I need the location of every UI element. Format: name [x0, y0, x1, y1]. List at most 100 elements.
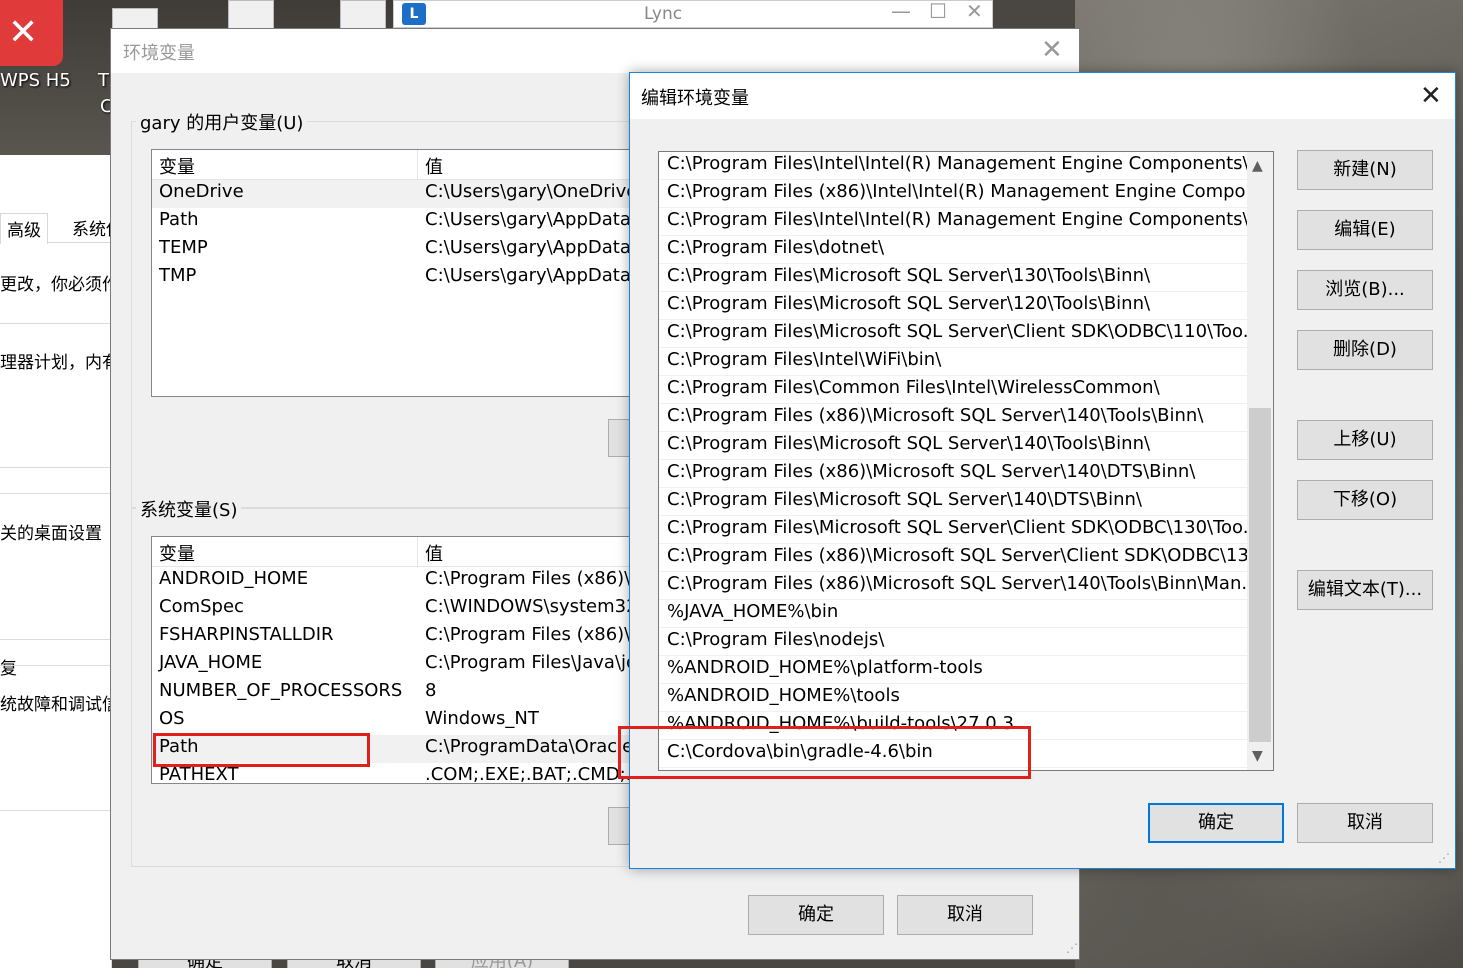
wps-h5-desktop-icon[interactable]: ✕ — [0, 0, 63, 66]
table-row[interactable]: JAVA_HOME C:\Program Files\Java\jd — [152, 651, 630, 679]
table-row[interactable]: TMP C:\Users\gary\AppData\ — [152, 264, 630, 292]
var-value: C:\WINDOWS\system32 — [425, 596, 631, 617]
var-name: OneDrive — [159, 181, 244, 202]
list-item[interactable]: C:\Program Files\Microsoft SQL Server\14… — [659, 488, 1247, 516]
list-item[interactable]: C:\Program Files\Microsoft SQL Server\13… — [659, 264, 1247, 292]
column-header-variable[interactable]: 变量 — [159, 540, 195, 566]
var-value: Windows_NT — [425, 708, 539, 729]
path-entries-list[interactable]: C:\Program Files\Intel\Intel(R) Manageme… — [658, 151, 1274, 771]
browse-button[interactable]: 浏览(B)... — [1297, 270, 1433, 310]
path-text: C:\Program Files\Intel\WiFi\bin\ — [667, 349, 942, 370]
table-row[interactable]: TEMP C:\Users\gary\AppData\ — [152, 236, 630, 264]
column-header-variable[interactable]: 变量 — [159, 153, 195, 179]
sysprop-text-5: 统故障和调试信 — [0, 695, 112, 715]
list-header: 变量 值 — [152, 150, 630, 180]
move-up-button[interactable]: 上移(U) — [1297, 420, 1433, 460]
vertical-scrollbar[interactable]: ▲ ▼ — [1247, 152, 1273, 770]
table-row[interactable]: NUMBER_OF_PROCESSORS 8 — [152, 679, 630, 707]
close-icon[interactable]: ✕ — [1420, 81, 1442, 111]
var-name: Path — [159, 209, 199, 230]
env-cancel-label: 取消 — [947, 904, 983, 925]
lync-logo-icon: L — [402, 3, 426, 25]
system-properties-window: 高级 系统保 更改，你必须作 理器计划，内有 关的桌面设置 复 统故障和调试信 — [0, 155, 112, 968]
document-file-icon-2[interactable] — [340, 0, 386, 30]
lync-window[interactable]: L Lync — ☐ ✕ — [393, 0, 993, 28]
list-item[interactable]: C:\Program Files\dotnet\ — [659, 236, 1247, 264]
list-item[interactable]: C:\Program Files\Microsoft SQL Server\12… — [659, 292, 1247, 320]
tab-advanced[interactable]: 高级 — [0, 213, 48, 244]
list-item[interactable]: C:\Program Files (x86)\Microsoft SQL Ser… — [659, 572, 1247, 600]
column-header-value[interactable]: 值 — [425, 153, 443, 179]
list-item[interactable]: C:\Program Files\nodejs\ — [659, 628, 1247, 656]
path-text: C:\Program Files\Intel\Intel(R) Manageme… — [667, 153, 1247, 174]
close-icon[interactable]: ✕ — [1041, 35, 1063, 65]
cancel-button[interactable]: 取消 — [1297, 803, 1433, 843]
delete-button-label: 删除(D) — [1333, 339, 1397, 360]
list-item[interactable]: C:\Program Files (x86)\Microsoft SQL Ser… — [659, 404, 1247, 432]
list-item[interactable]: %ANDROID_HOME%\platform-tools — [659, 656, 1247, 684]
scroll-thumb[interactable] — [1249, 408, 1271, 742]
list-item[interactable]: C:\Program Files\Common Files\Intel\Wire… — [659, 376, 1247, 404]
list-item[interactable]: C:\Program Files (x86)\Microsoft SQL Ser… — [659, 544, 1247, 572]
path-text: C:\Program Files\Microsoft SQL Server\Cl… — [667, 517, 1247, 538]
sysprop-text-4: 复 — [0, 659, 17, 679]
new-button[interactable]: 新建(N) — [1297, 150, 1433, 190]
delete-button[interactable]: 删除(D) — [1297, 330, 1433, 370]
var-value: .COM;.EXE;.BAT;.CMD;.V — [425, 764, 631, 784]
divider — [0, 665, 111, 666]
user-variables-list[interactable]: 变量 值 OneDrive C:\Users\gary\OneDrive Pat… — [151, 149, 631, 397]
path-text: C:\Program Files\Microsoft SQL Server\14… — [667, 489, 1142, 510]
move-down-label: 下移(O) — [1332, 489, 1398, 510]
list-item[interactable]: C:\Program Files\Intel\Intel(R) Manageme… — [659, 208, 1247, 236]
table-row[interactable]: FSHARPINSTALLDIR C:\Program Files (x86)\… — [152, 623, 630, 651]
var-value: C:\Program Files (x86)\A — [425, 568, 631, 589]
resize-grip-icon[interactable]: ⋰ — [1066, 941, 1078, 955]
column-header-value[interactable]: 值 — [425, 540, 443, 566]
list-item[interactable]: %ANDROID_HOME%\tools — [659, 684, 1247, 712]
close-icon[interactable]: ✕ — [966, 0, 983, 23]
path-text: C:\Program Files\Common Files\Intel\Wire… — [667, 377, 1160, 398]
ok-button[interactable]: 确定 — [1148, 803, 1284, 843]
resize-grip-icon[interactable]: ⋰ — [1438, 851, 1450, 865]
minimize-icon[interactable]: — — [891, 0, 911, 23]
list-item[interactable]: C:\Program Files\Microsoft SQL Server\Cl… — [659, 320, 1247, 348]
list-item[interactable]: C:\Program Files (x86)\Intel\Intel(R) Ma… — [659, 180, 1247, 208]
env-ok-button[interactable]: 确定 — [748, 895, 884, 935]
column-separator[interactable] — [417, 150, 418, 180]
edit-button[interactable]: 编辑(E) — [1297, 210, 1433, 250]
wps-h5-label: WPS H5 — [0, 70, 71, 91]
system-variables-label: 系统变量(S) — [136, 496, 242, 522]
list-item[interactable]: C:\Program Files\Microsoft SQL Server\14… — [659, 432, 1247, 460]
var-name: FSHARPINSTALLDIR — [159, 624, 334, 645]
move-down-button[interactable]: 下移(O) — [1297, 480, 1433, 520]
path-text: C:\Program Files (x86)\Intel\Intel(R) Ma… — [667, 181, 1247, 202]
scroll-up-icon[interactable]: ▲ — [1252, 158, 1263, 174]
maximize-icon[interactable]: ☐ — [929, 0, 947, 23]
edit-text-button[interactable]: 编辑文本(T)... — [1297, 570, 1433, 610]
table-row[interactable]: ComSpec C:\WINDOWS\system32 — [152, 595, 630, 623]
table-row[interactable]: ANDROID_HOME C:\Program Files (x86)\A — [152, 567, 630, 595]
tab-system-protection[interactable]: 系统保 — [66, 213, 111, 243]
var-value: 8 — [425, 680, 437, 701]
new-button-label: 新建(N) — [1333, 159, 1397, 180]
list-item[interactable]: C:\Program Files\Microsoft SQL Server\Cl… — [659, 516, 1247, 544]
document-file-icon[interactable] — [228, 0, 274, 30]
list-item[interactable]: %JAVA_HOME%\bin — [659, 600, 1247, 628]
highlight-path-row — [153, 733, 370, 767]
column-separator[interactable] — [417, 537, 418, 567]
table-row[interactable]: OneDrive C:\Users\gary\OneDrive — [152, 180, 630, 208]
sysprop-text-2: 理器计划，内有 — [0, 353, 112, 373]
path-text: %ANDROID_HOME%\platform-tools — [667, 657, 983, 678]
table-row[interactable]: Path C:\Users\gary\AppData\ — [152, 208, 630, 236]
list-item[interactable]: C:\Program Files\Intel\WiFi\bin\ — [659, 348, 1247, 376]
list-item[interactable]: C:\Program Files\Intel\Intel(R) Manageme… — [659, 152, 1247, 180]
table-row[interactable]: OS Windows_NT — [152, 707, 630, 735]
user-variables-label: gary 的用户变量(U) — [136, 109, 308, 135]
path-text: C:\Program Files\Microsoft SQL Server\12… — [667, 293, 1151, 314]
browse-button-label: 浏览(B)... — [1325, 279, 1405, 300]
env-titlebar: 环境变量 ✕ — [111, 29, 1079, 73]
list-item[interactable]: C:\Program Files (x86)\Microsoft SQL Ser… — [659, 460, 1247, 488]
path-text: C:\Program Files (x86)\Microsoft SQL Ser… — [667, 545, 1247, 566]
env-cancel-button[interactable]: 取消 — [897, 895, 1033, 935]
scroll-down-icon[interactable]: ▼ — [1252, 748, 1263, 764]
